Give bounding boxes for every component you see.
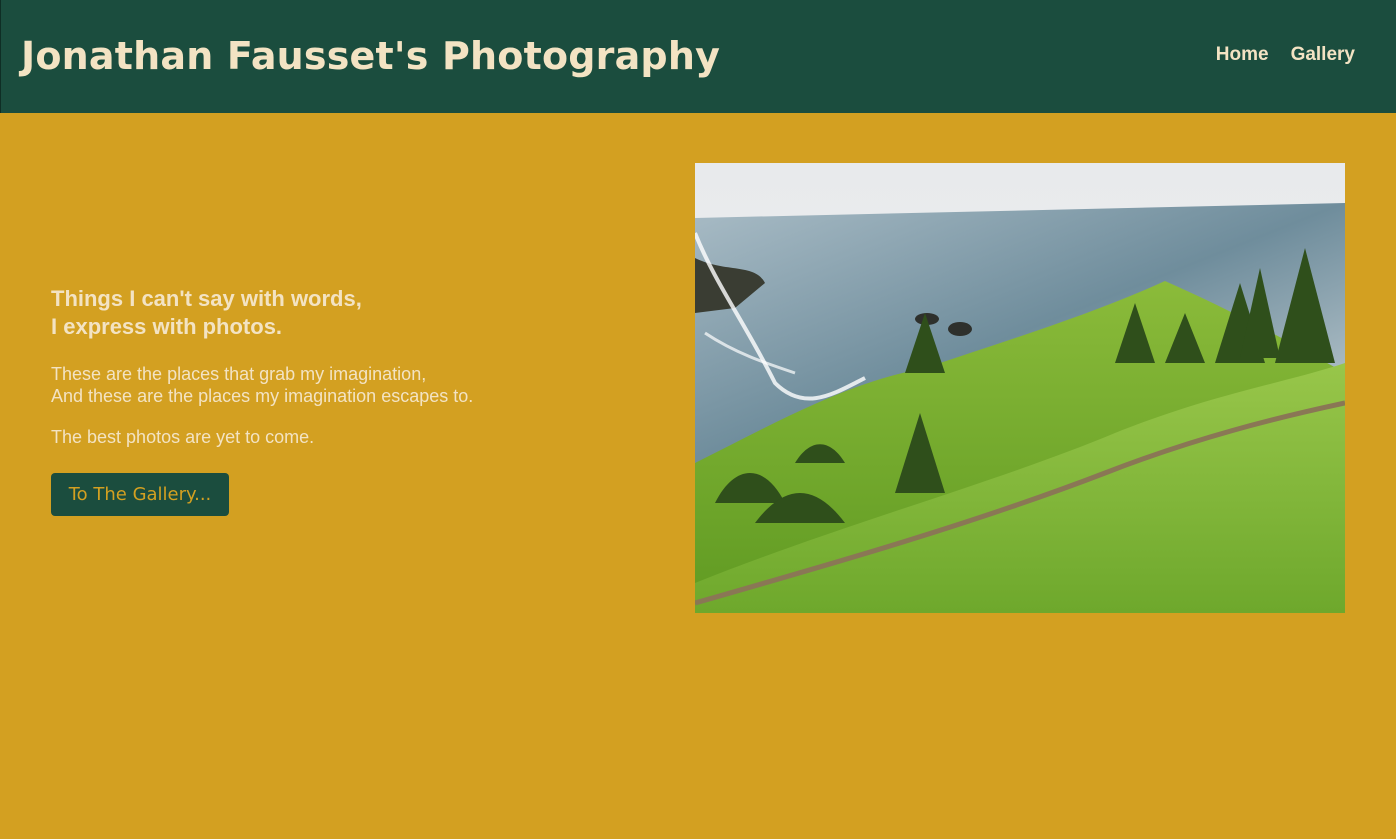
to-gallery-button[interactable]: To The Gallery... [51, 473, 229, 516]
site-title: Jonathan Fausset's Photography [21, 34, 721, 78]
site-header: Jonathan Fausset's Photography Home Gall… [0, 0, 1396, 113]
tagline: Things I can't say with words, I express… [51, 285, 611, 341]
coastal-hillside-photo [695, 163, 1345, 613]
nav-gallery-link[interactable]: Gallery [1291, 44, 1355, 66]
tagline-line-2: I express with photos. [51, 314, 283, 339]
hero-photo [695, 163, 1345, 613]
intro-section: Things I can't say with words, I express… [51, 285, 611, 448]
closing-paragraph: The best photos are yet to come. [51, 427, 315, 447]
main-nav: Home Gallery [1216, 44, 1355, 66]
intro-paragraph: These are the places that grab my imagin… [51, 363, 611, 407]
intro-line-1: These are the places that grab my imagin… [51, 364, 427, 384]
tagline-line-1: Things I can't say with words, [51, 286, 362, 311]
intro-line-2: And these are the places my imagination … [51, 386, 474, 406]
nav-home-link[interactable]: Home [1216, 44, 1269, 66]
